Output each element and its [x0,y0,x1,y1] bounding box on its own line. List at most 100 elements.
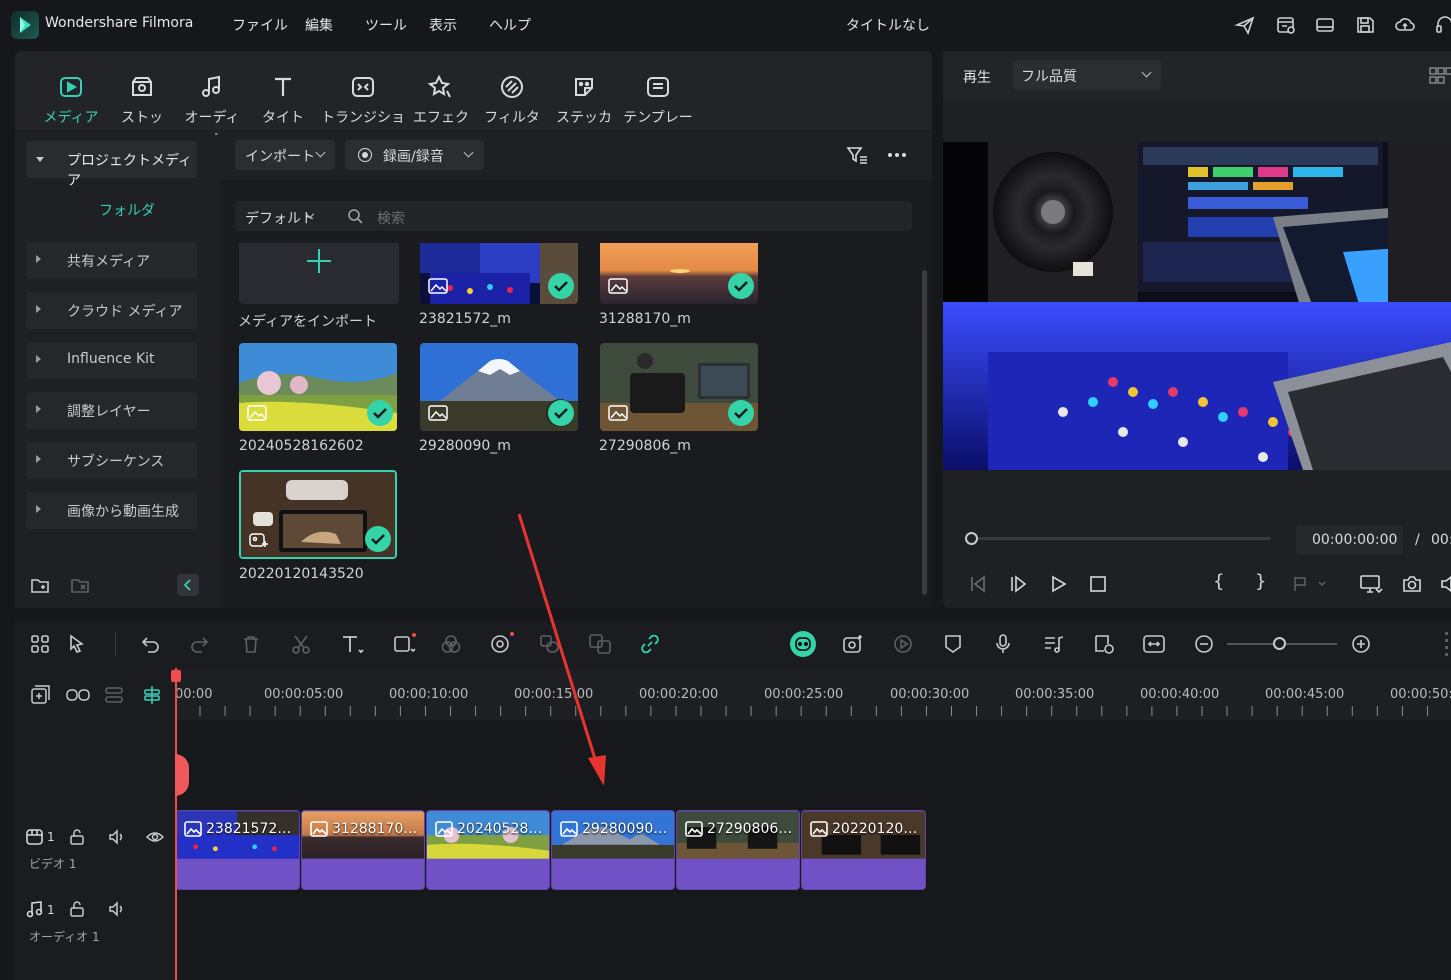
snapshot-icon[interactable] [1401,573,1423,595]
display-settings-icon[interactable] [1359,573,1383,595]
sidebar-item-adjustment-layer[interactable]: 調整レイヤー [26,392,197,429]
zoom-in-icon[interactable] [1350,633,1372,655]
playhead[interactable] [175,668,177,980]
tab-effect[interactable]: エフェクト [413,73,469,146]
mark-out-icon[interactable]: } [1255,571,1271,595]
volume-icon[interactable] [1439,573,1451,595]
undo-icon[interactable] [139,633,161,655]
import-dropdown[interactable]: インポート [235,140,335,170]
more-icon[interactable] [886,144,908,166]
crop-tool-icon[interactable] [392,631,420,655]
marker-icon[interactable] [942,633,964,655]
ai-assistant-icon[interactable] [790,631,816,657]
quality-dropdown[interactable]: フル品質 [1013,60,1161,90]
calendar-icon[interactable] [1275,14,1297,36]
headset-icon[interactable] [1434,14,1451,36]
render-preview-icon[interactable] [892,633,914,655]
eye-icon[interactable] [145,828,165,846]
delete-folder-icon[interactable] [69,574,91,596]
menu-file[interactable]: ファイル [232,15,288,35]
timeline-clip[interactable]: 23821572_m [175,810,300,890]
text-tool-icon[interactable] [340,633,366,655]
speaker-icon[interactable] [107,900,127,918]
timeline-clip[interactable]: 29280090_m [551,810,675,890]
link-clips-icon[interactable] [65,684,91,706]
media-scrollbar[interactable] [922,270,927,595]
media-thumb-31288170[interactable] [600,243,758,304]
tab-title[interactable]: タイトル [257,73,309,146]
preview-video[interactable] [943,142,1451,470]
send-icon[interactable] [1234,14,1256,36]
media-thumb-20220120143520[interactable] [239,470,397,559]
sidebar-item-subsequence[interactable]: サブシーケンス [26,442,197,479]
menu-tools[interactable]: ツール [365,15,407,35]
speech-to-text-icon[interactable] [538,633,562,655]
collapse-sidebar-button[interactable] [177,574,199,596]
timeline-clip[interactable]: 202201201... [801,810,926,890]
playback-progress[interactable] [971,537,1271,540]
redo-icon[interactable] [189,633,211,655]
save-icon[interactable] [1354,14,1376,36]
snap-icon[interactable] [141,684,163,706]
proxy-icon[interactable] [1092,633,1116,655]
link-icon[interactable] [639,633,661,655]
grid-view-icon[interactable] [1429,67,1451,85]
translate-icon[interactable] [588,633,612,655]
tab-media[interactable]: メディア [43,73,99,126]
zoom-slider-handle[interactable] [1273,637,1286,650]
scissors-icon[interactable] [290,633,312,655]
sidebar-item-image-to-video[interactable]: 画像から動画生成 [26,492,197,529]
stop-icon[interactable] [1087,573,1109,595]
current-time[interactable]: 00:00:00:00 [1296,525,1403,555]
tab-stock[interactable]: ストック [115,73,169,146]
import-media-tile[interactable] [239,243,399,304]
filter-sort-icon[interactable] [845,144,869,166]
media-thumb-29280090[interactable] [420,343,578,431]
mark-in-icon[interactable]: { [1213,571,1229,595]
group-icon[interactable] [103,684,127,706]
progress-handle[interactable] [965,532,978,545]
search-input[interactable]: 検索 [377,208,405,228]
record-dropdown[interactable]: 録画/録音 [345,140,484,170]
toolbar-more-handle[interactable] [1443,630,1451,658]
tab-filter[interactable]: フィルター [483,73,541,146]
microphone-icon[interactable] [992,633,1014,655]
tab-template[interactable]: テンプレート [623,73,693,146]
delete-icon[interactable] [240,633,262,655]
tab-sticker[interactable]: ステッカー [555,73,613,146]
timeline-clip[interactable]: 202405281... [426,810,550,890]
menu-help[interactable]: ヘルプ [489,15,531,35]
ai-tool-icon[interactable] [488,631,516,655]
media-thumb-23821572[interactable] [420,243,578,304]
speaker-icon[interactable] [107,828,127,846]
time-ruler[interactable]: 00:00 00:00:05:00 00:00:10:00 00:00:15:0… [175,668,1451,720]
media-thumb-20240528162602[interactable] [239,343,397,431]
sidebar-item-shared-media[interactable]: 共有メディア [26,242,197,279]
new-folder-icon[interactable] [29,574,51,596]
next-frame-icon[interactable] [1007,573,1029,595]
tab-transition[interactable]: トランジション [321,73,405,146]
tab-audio[interactable]: オーディオ [180,73,244,146]
auto-reframe-icon[interactable] [841,632,865,656]
sidebar-item-folder[interactable]: フォルダ [99,200,155,220]
layout-icon[interactable] [1314,14,1336,36]
add-track-icon[interactable] [29,684,51,706]
media-thumb-27290806[interactable] [600,343,758,431]
sidebar-item-influence-kit[interactable]: Influence Kit [26,342,197,379]
playhead-handle[interactable] [171,670,181,682]
cloud-upload-icon[interactable] [1394,14,1416,36]
play-icon[interactable] [1047,573,1069,595]
lock-icon[interactable] [67,828,87,846]
fit-timeline-icon[interactable] [1142,633,1166,655]
zoom-out-icon[interactable] [1193,633,1215,655]
menu-edit[interactable]: 編集 [305,15,333,35]
audio-mix-icon[interactable] [1042,633,1066,655]
menu-view[interactable]: 表示 [429,15,457,35]
sidebar-item-cloud-media[interactable]: クラウド メディア [26,292,197,329]
lock-icon[interactable] [67,900,87,918]
sidebar-item-project-media[interactable]: プロジェクトメディア [26,141,197,189]
prev-frame-icon[interactable] [967,573,989,595]
timeline-clip[interactable]: 31288170_m [301,810,425,890]
marker-dropdown-icon[interactable] [1291,573,1327,595]
layout-grid-icon[interactable] [29,633,51,655]
